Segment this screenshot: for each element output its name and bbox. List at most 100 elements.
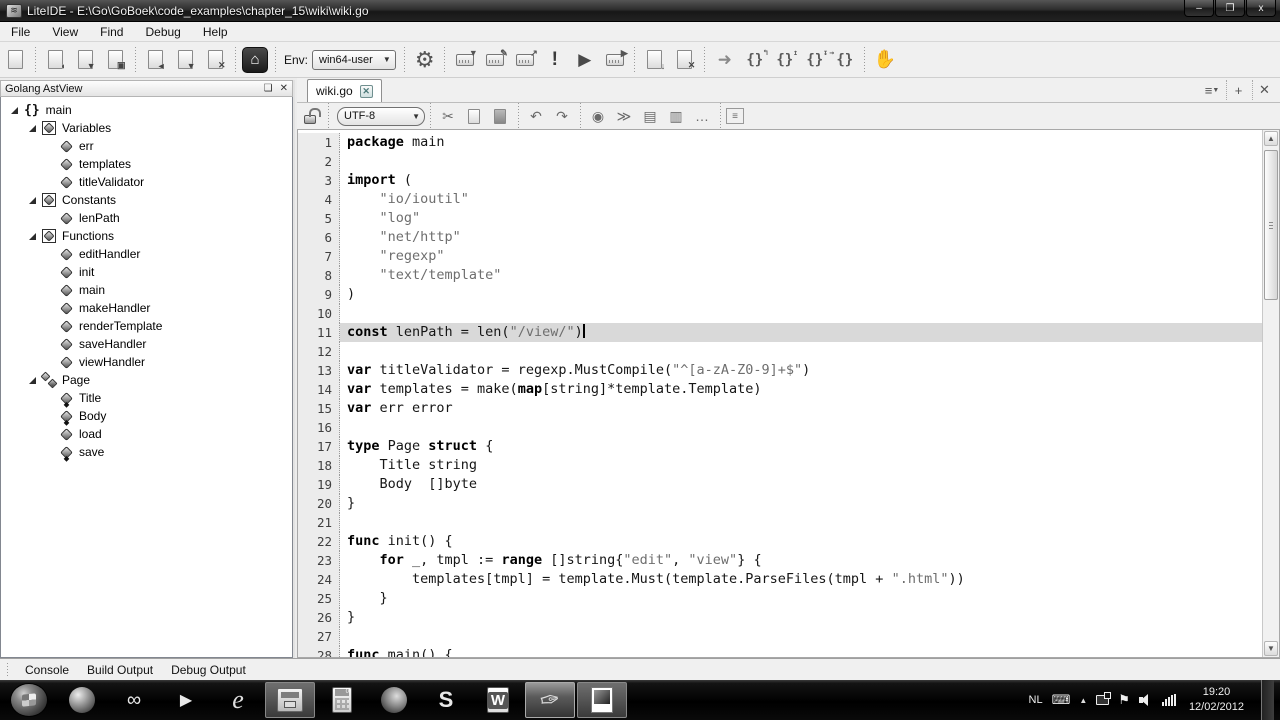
- tree-item-saveHandler[interactable]: saveHandler: [1, 335, 292, 353]
- code-line[interactable]: 19 Body []byte: [298, 475, 1262, 494]
- close-file-icon[interactable]: ▼: [171, 46, 199, 74]
- code-line[interactable]: 18 Title string: [298, 456, 1262, 475]
- copy-icon[interactable]: [462, 105, 486, 127]
- options-gear-icon[interactable]: ⚙: [411, 46, 439, 74]
- taskbar-skype[interactable]: S: [421, 682, 471, 718]
- build-config-icon[interactable]: ▼: [451, 46, 479, 74]
- save-all-icon[interactable]: ▣: [101, 46, 129, 74]
- code-line[interactable]: 10: [298, 304, 1262, 323]
- menu-help[interactable]: Help: [192, 23, 239, 41]
- expander-icon[interactable]: [29, 233, 36, 240]
- tree-item-templates[interactable]: templates: [1, 155, 292, 173]
- taskbar-media-player[interactable]: ▶: [161, 682, 211, 718]
- play-macro-icon[interactable]: ≫: [612, 105, 636, 127]
- close-doc-icon[interactable]: ✕: [671, 46, 699, 74]
- taskbar-file-manager[interactable]: [265, 682, 315, 718]
- goto-forward-icon[interactable]: ➜: [711, 46, 739, 74]
- keyboard-icon[interactable]: ⌨: [1052, 692, 1071, 708]
- more-options-icon[interactable]: …: [690, 105, 714, 127]
- code-line[interactable]: 6 "net/http": [298, 228, 1262, 247]
- record-macro-icon[interactable]: ◉: [586, 105, 610, 127]
- word-wrap-icon[interactable]: ≡: [726, 108, 744, 124]
- taskbar-calculator[interactable]: [317, 682, 367, 718]
- title-bar[interactable]: ≋ LiteIDE - E:\Go\GoBoek\code_examples\c…: [0, 0, 1280, 22]
- code-line[interactable]: 17type Page struct {: [298, 437, 1262, 456]
- hidden-icons-chevron[interactable]: ▲: [1079, 696, 1087, 705]
- code-line[interactable]: 21: [298, 513, 1262, 532]
- close-editor-icon[interactable]: ✕: [1252, 80, 1276, 100]
- tree-item-main[interactable]: main: [1, 281, 292, 299]
- code-line[interactable]: 2: [298, 152, 1262, 171]
- taskbar-internet-explorer[interactable]: e: [213, 682, 263, 718]
- close-panel-icon[interactable]: ✕: [280, 83, 288, 94]
- tree-item-renderTemplate[interactable]: renderTemplate: [1, 317, 292, 335]
- expander-icon[interactable]: [11, 107, 18, 114]
- split-add-icon[interactable]: +: [1226, 80, 1250, 100]
- format-code-icon[interactable]: {}↰: [741, 46, 769, 74]
- export-doc-icon[interactable]: ↓: [641, 46, 669, 74]
- volume-icon[interactable]: [1139, 694, 1153, 706]
- tree-item-save[interactable]: save: [1, 443, 292, 461]
- tab-list-icon[interactable]: ≡▼: [1200, 80, 1224, 100]
- editor-scrollbar[interactable]: ▲ ▼: [1262, 130, 1279, 657]
- new-file-icon[interactable]: [1, 46, 29, 74]
- language-indicator[interactable]: NL: [1029, 694, 1043, 706]
- menu-find[interactable]: Find: [89, 23, 134, 41]
- output-tab-debug-output[interactable]: Debug Output: [162, 661, 255, 679]
- code-line[interactable]: 15var err error: [298, 399, 1262, 418]
- unlock-icon[interactable]: [298, 105, 322, 127]
- cut-icon[interactable]: ✂: [436, 105, 460, 127]
- clock[interactable]: 19:20 12/02/2012: [1189, 685, 1244, 716]
- paste-icon[interactable]: [488, 105, 512, 127]
- network-signal-icon[interactable]: [1162, 694, 1176, 706]
- scroll-up-icon[interactable]: ▲: [1264, 131, 1278, 146]
- fold-braces-icon[interactable]: {}↥: [771, 46, 799, 74]
- tree-item-main[interactable]: {}main: [1, 101, 292, 119]
- output-tab-console[interactable]: Console: [16, 661, 78, 679]
- tree-item-lenPath[interactable]: lenPath: [1, 209, 292, 227]
- taskbar-word[interactable]: W: [473, 682, 523, 718]
- revert-file-icon[interactable]: ◄: [141, 46, 169, 74]
- code-line[interactable]: 24 templates[tmpl] = template.Must(templ…: [298, 570, 1262, 589]
- code-line[interactable]: 3import (: [298, 171, 1262, 190]
- unfold-braces-icon[interactable]: {}↧: [801, 46, 829, 74]
- expander-icon[interactable]: [29, 377, 36, 384]
- tree-item-Page[interactable]: Page: [1, 371, 292, 389]
- tree-item-err[interactable]: err: [1, 137, 292, 155]
- tree-item-Functions[interactable]: Functions: [1, 227, 292, 245]
- code-line[interactable]: 5 "log": [298, 209, 1262, 228]
- scrollbar-thumb[interactable]: [1264, 150, 1278, 300]
- output-tab-build-output[interactable]: Build Output: [78, 661, 162, 679]
- expander-icon[interactable]: [29, 197, 36, 204]
- tree-item-Title[interactable]: Title: [1, 389, 292, 407]
- code-editor[interactable]: 1package main23import (4 "io/ioutil"5 "l…: [297, 129, 1280, 658]
- build-and-run-icon[interactable]: ▶: [601, 46, 629, 74]
- float-panel-icon[interactable]: ❏: [264, 83, 273, 94]
- code-line[interactable]: 27: [298, 627, 1262, 646]
- code-line[interactable]: 12: [298, 342, 1262, 361]
- tree-item-Variables[interactable]: Variables: [1, 119, 292, 137]
- code-line[interactable]: 4 "io/ioutil": [298, 190, 1262, 209]
- select-block-icon[interactable]: {}→: [831, 46, 859, 74]
- minimize-button[interactable]: –: [1184, 0, 1214, 17]
- taskbar-liteide[interactable]: ✑: [525, 682, 575, 718]
- tab-close-icon[interactable]: ✕: [360, 85, 373, 98]
- menu-view[interactable]: View: [41, 23, 89, 41]
- code-line[interactable]: 1package main: [298, 133, 1262, 152]
- taskbar-image-editor[interactable]: [577, 682, 627, 718]
- close-all-icon[interactable]: ✕: [201, 46, 229, 74]
- build-debug-icon[interactable]: ↗: [511, 46, 539, 74]
- taskbar-sphere-app[interactable]: [57, 682, 107, 718]
- tree-item-titleValidator[interactable]: titleValidator: [1, 173, 292, 191]
- code-line[interactable]: 23 for _, tmpl := range []string{"edit",…: [298, 551, 1262, 570]
- power-plug-icon[interactable]: [1096, 695, 1109, 705]
- code-line[interactable]: 13var titleValidator = regexp.MustCompil…: [298, 361, 1262, 380]
- code-line[interactable]: 7 "regexp": [298, 247, 1262, 266]
- code-line[interactable]: 26}: [298, 608, 1262, 627]
- run-icon[interactable]: ▶: [571, 46, 599, 74]
- taskbar-infinity-app[interactable]: ∞: [109, 682, 159, 718]
- taskbar-firefox[interactable]: [369, 682, 419, 718]
- menu-debug[interactable]: Debug: [134, 23, 191, 41]
- open-file-icon[interactable]: ◖: [41, 46, 69, 74]
- tree-item-init[interactable]: init: [1, 263, 292, 281]
